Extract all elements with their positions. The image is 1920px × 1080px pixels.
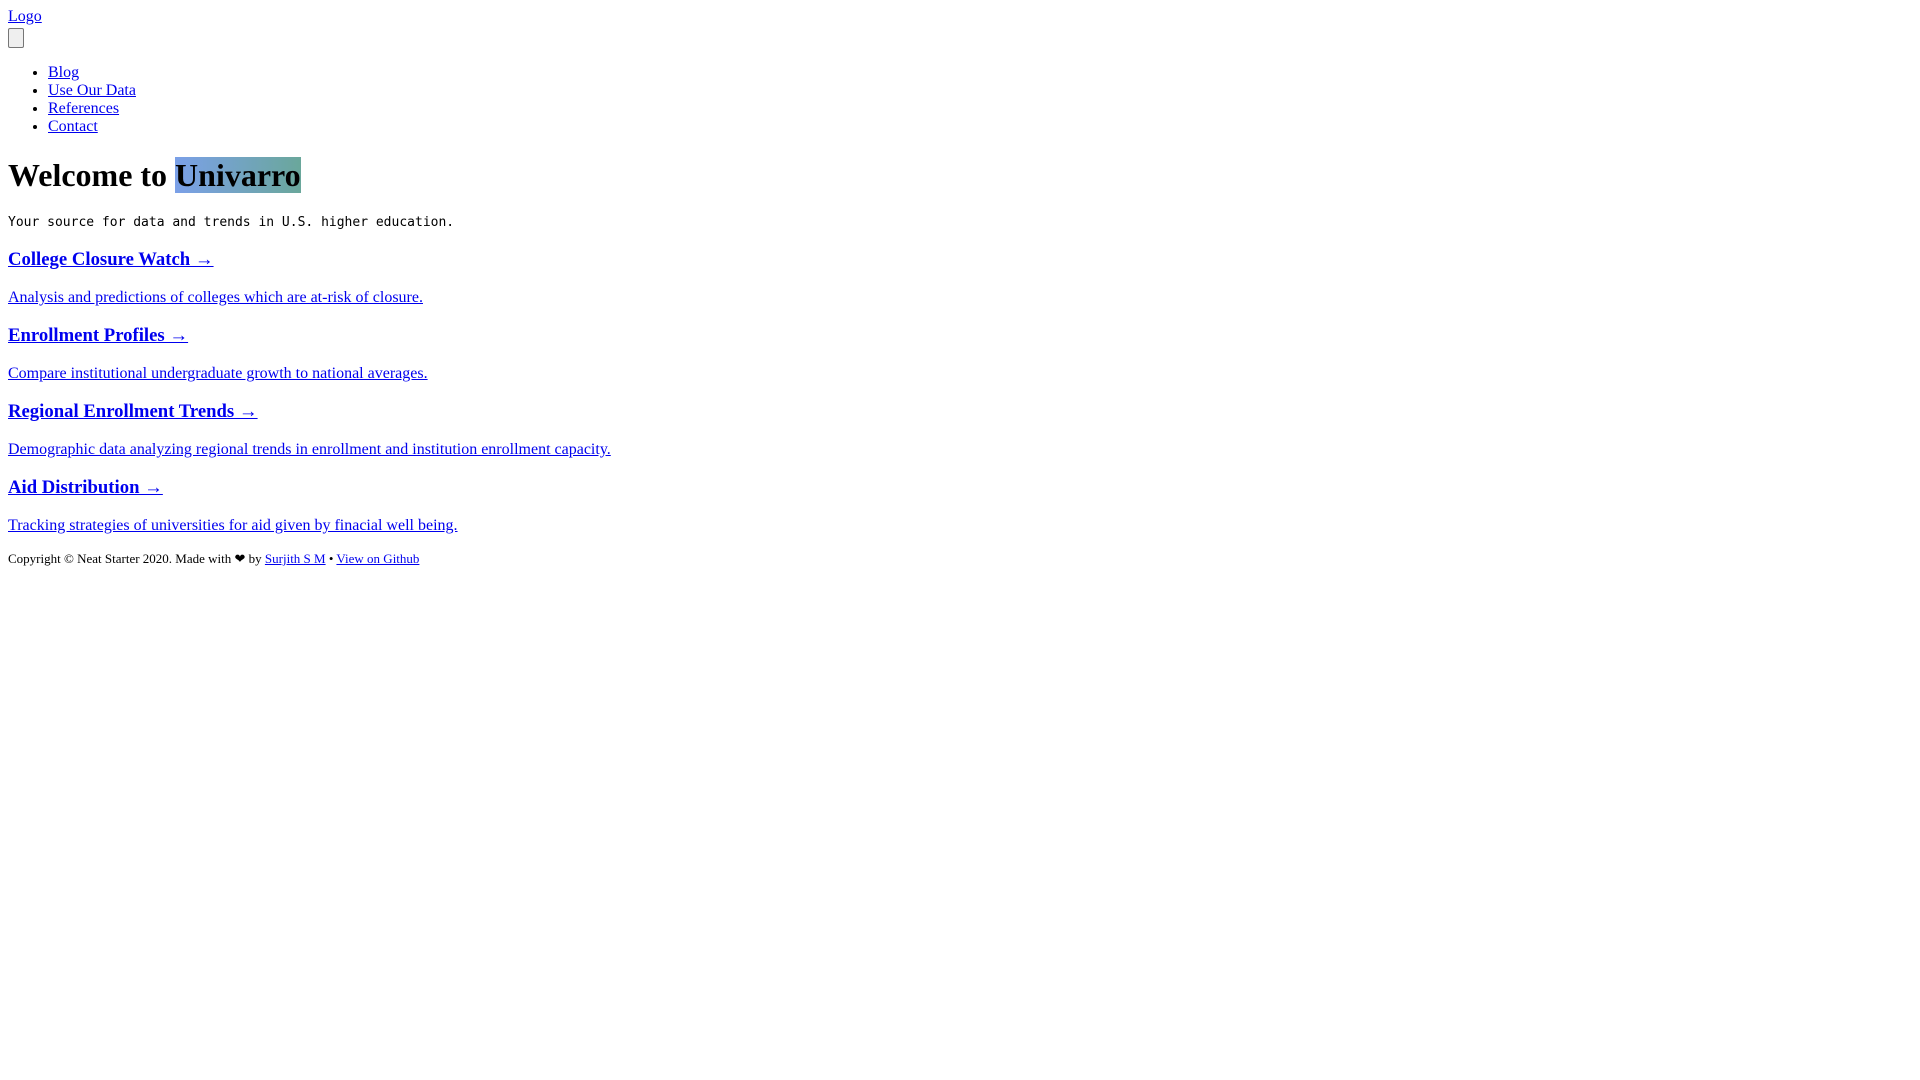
feature-title: College Closure Watch → <box>8 249 214 270</box>
nav-item-contact: Contact <box>48 118 1912 136</box>
github-link[interactable]: View on Github <box>336 551 419 566</box>
page-title: Welcome to Univarro <box>8 157 1912 194</box>
footer-separator: • <box>325 551 337 566</box>
logo-link[interactable]: Logo <box>8 8 42 26</box>
nav-link-blog[interactable]: Blog <box>48 64 79 81</box>
nav-item-use-our-data: Use Our Data <box>48 82 1912 100</box>
site-header: Logo Blog Use Our Data References Contac… <box>8 8 1912 136</box>
feature-description: Analysis and predictions of colleges whi… <box>8 289 423 306</box>
main-nav: Blog Use Our Data References Contact <box>8 64 1912 136</box>
feature-description: Tracking strategies of universities for … <box>8 517 458 534</box>
author-link[interactable]: Surjith S M <box>265 551 326 566</box>
site-footer: Copyright © Neat Starter 2020. Made with… <box>8 551 1912 566</box>
feature-title: Enrollment Profiles → <box>8 325 189 346</box>
copyright-text: Copyright © Neat Starter 2020. Made with… <box>8 551 265 566</box>
tagline: Your source for data and trends in U.S. … <box>8 215 455 230</box>
feature-description: Demographic data analyzing regional tren… <box>8 441 611 458</box>
feature-card-regional-enrollment-trends[interactable]: Regional Enrollment Trends → Demographic… <box>8 401 1912 459</box>
feature-card-college-closure-watch[interactable]: College Closure Watch → Analysis and pre… <box>8 249 1912 307</box>
brand-name: Univarro <box>175 157 301 193</box>
feature-title: Aid Distribution → <box>8 477 163 498</box>
nav-item-blog: Blog <box>48 64 1912 82</box>
nav-link-use-our-data[interactable]: Use Our Data <box>48 82 136 99</box>
feature-card-enrollment-profiles[interactable]: Enrollment Profiles → Compare institutio… <box>8 325 1912 383</box>
feature-description: Compare institutional undergraduate grow… <box>8 365 428 382</box>
nav-item-references: References <box>48 100 1912 118</box>
feature-title: Regional Enrollment Trends → <box>8 401 258 422</box>
nav-link-references[interactable]: References <box>48 100 119 117</box>
title-prefix: Welcome to <box>8 157 176 193</box>
feature-card-aid-distribution[interactable]: Aid Distribution → Tracking strategies o… <box>8 477 1912 535</box>
menu-toggle-button[interactable] <box>8 28 24 48</box>
nav-link-contact[interactable]: Contact <box>48 118 98 135</box>
main-content: Welcome to Univarro Your source for data… <box>8 157 1912 535</box>
